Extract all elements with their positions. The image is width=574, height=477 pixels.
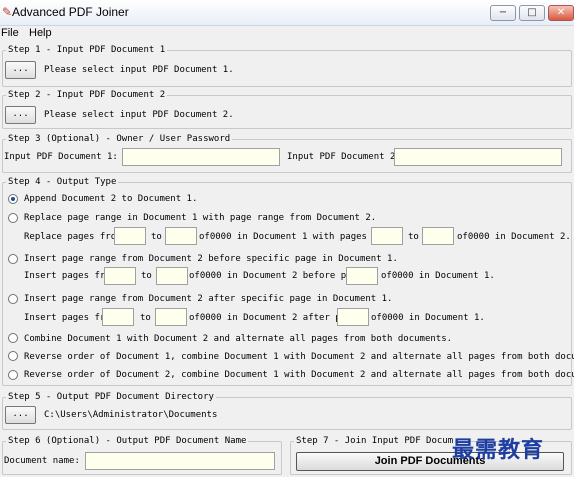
step3-doc1-label: Input PDF Document 1:	[4, 152, 118, 162]
before-row-text-d: of0000 in Document 1.	[381, 271, 495, 281]
step6-legend: Step 6 (Optional) - Output PDF Document …	[6, 436, 249, 447]
option-append-label: Append Document 2 to Document 1.	[24, 194, 198, 204]
step1-legend: Step 1 - Input PDF Document 1	[6, 45, 168, 56]
replace-doc2-to-input[interactable]	[422, 227, 454, 245]
maximize-icon: □	[527, 7, 537, 18]
replace-row-text-b: to	[151, 232, 162, 242]
doc1-password-input[interactable]	[122, 148, 280, 166]
replace-row-text-e: of0000 in Document 2.	[457, 232, 571, 242]
after-row-text-c: of0000 in Document 2 after p	[189, 313, 341, 323]
replace-row-text-a: Replace pages from	[24, 232, 122, 242]
step7-legend: Step 7 - Join Input PDF Docum	[294, 436, 456, 447]
replace-from-input[interactable]	[114, 227, 146, 245]
after-page-input[interactable]	[337, 308, 369, 326]
option-reverse1-label: Reverse order of Document 1, combine Doc…	[24, 352, 574, 362]
step1-status: Please select input PDF Document 1.	[44, 65, 234, 75]
step5-browse-button[interactable]: ...	[5, 406, 36, 424]
option-insert-before-label: Insert page range from Document 2 before…	[24, 254, 398, 264]
step5-legend: Step 5 - Output PDF Document Directory	[6, 392, 216, 403]
before-to-input[interactable]	[156, 267, 188, 285]
after-to-input[interactable]	[155, 308, 187, 326]
radio-combine[interactable]	[8, 333, 18, 343]
minimize-button[interactable]: −	[490, 5, 516, 21]
before-row-text-a: Insert pages fr	[24, 271, 106, 281]
after-row-text-a: Insert pages fr	[24, 313, 106, 323]
replace-row-text-c: of0000 in Document 1 with pages f	[199, 232, 378, 242]
output-directory-path: C:\Users\Administrator\Documents	[44, 410, 218, 420]
step4-legend: Step 4 - Output Type	[6, 177, 119, 188]
radio-insert-after[interactable]	[8, 294, 18, 304]
close-icon: ✕	[556, 7, 566, 18]
step1-browse-button[interactable]: ...	[5, 61, 36, 79]
option-insert-after-label: Insert page range from Document 2 after …	[24, 294, 393, 304]
option-replace-label: Replace page range in Document 1 with pa…	[24, 213, 377, 223]
step2-legend: Step 2 - Input PDF Document 2	[6, 90, 168, 101]
option-combine-label: Combine Document 1 with Document 2 and a…	[24, 334, 453, 344]
after-from-input[interactable]	[102, 308, 134, 326]
replace-doc2-from-input[interactable]	[371, 227, 403, 245]
radio-insert-before[interactable]	[8, 254, 18, 264]
maximize-button[interactable]: □	[519, 5, 545, 21]
step2-browse-button[interactable]: ...	[5, 106, 36, 124]
after-row-text-d: of0000 in Document 1.	[371, 313, 485, 323]
replace-to-input[interactable]	[165, 227, 197, 245]
menu-bar: File Help	[0, 26, 574, 41]
menu-help[interactable]: Help	[29, 27, 52, 39]
step3-legend: Step 3 (Optional) - Owner / User Passwor…	[6, 134, 233, 145]
before-row-text-c: of0000 in Document 2 before pa	[189, 271, 352, 281]
radio-reverse-doc1[interactable]	[8, 351, 18, 361]
minimize-icon: −	[498, 7, 508, 18]
watermark-logo: 最需教育	[452, 437, 545, 463]
before-page-input[interactable]	[346, 267, 378, 285]
option-reverse2-label: Reverse order of Document 2, combine Doc…	[24, 370, 574, 380]
replace-row-text-d: to	[408, 232, 419, 242]
window-title: Advanced PDF Joiner	[12, 5, 129, 19]
document-name-label: Document name:	[4, 456, 80, 466]
title-bar: ✎ Advanced PDF Joiner − □ ✕	[0, 0, 574, 26]
before-row-text-b: to	[141, 271, 152, 281]
close-button[interactable]: ✕	[548, 5, 574, 21]
radio-replace[interactable]	[8, 213, 18, 223]
step3-doc2-label: Input PDF Document 2:	[287, 152, 401, 162]
radio-reverse-doc2[interactable]	[8, 370, 18, 380]
doc2-password-input[interactable]	[394, 148, 562, 166]
before-from-input[interactable]	[104, 267, 136, 285]
document-name-input[interactable]	[85, 452, 275, 470]
radio-append[interactable]	[8, 194, 18, 204]
after-row-text-b: to	[140, 313, 151, 323]
step2-status: Please select input PDF Document 2.	[44, 110, 234, 120]
menu-file[interactable]: File	[1, 27, 19, 39]
